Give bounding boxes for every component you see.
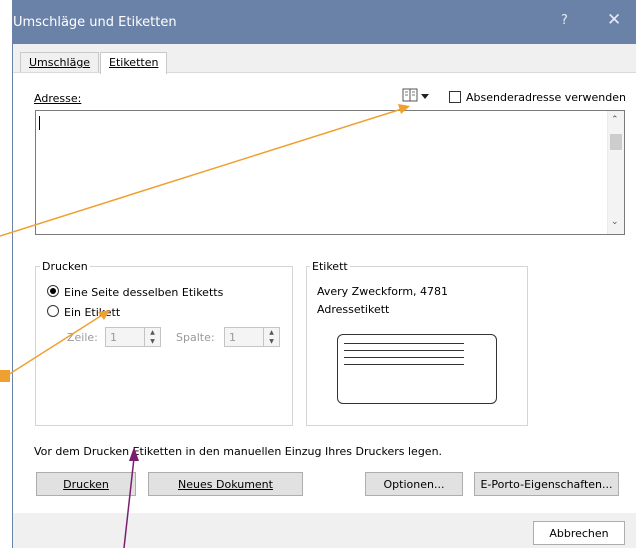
single-label-label: Ein Etikett [64,306,121,319]
return-address-label: Absenderadresse verwenden [466,91,627,104]
scroll-thumb[interactable] [610,134,622,150]
address-label: Adresse: [34,92,82,105]
row-value: 1 [110,331,117,344]
row-down-icon[interactable]: ▼ [145,337,160,346]
print-button-label: Drucken [63,478,109,491]
row-up-icon[interactable]: ▲ [145,328,160,337]
scroll-down-icon[interactable]: ⌄ [611,217,619,227]
label-group-legend: Etikett [310,260,350,273]
help-button[interactable]: ? [561,13,568,28]
address-scrollbar[interactable]: ⌃ ⌄ [607,111,624,234]
label-vendor: Avery Zweckform, 4781 [317,285,449,298]
cancel-button[interactable]: Abbrechen [533,521,625,545]
tab-labels[interactable]: Etiketten [100,52,168,74]
options-label: Optionen... [383,478,445,491]
window-title: Umschläge und Etiketten [13,15,177,30]
address-book-icon[interactable] [402,88,432,104]
return-address-checkbox[interactable] [449,91,461,103]
instruction-text: Vor dem Drucken Etiketten in den manuell… [34,445,443,458]
close-button[interactable]: ✕ [607,10,621,30]
col-spinner[interactable]: 1 ▲ ▼ [224,327,280,347]
preview-line [344,357,464,358]
row-spinner[interactable]: 1 ▲ ▼ [105,327,161,347]
full-page-radio[interactable] [47,285,59,297]
scroll-up-icon[interactable]: ⌃ [611,115,619,125]
tab-envelopes[interactable]: Umschläge [20,52,100,73]
col-label: Spalte: [176,331,215,344]
preview-line [344,364,464,365]
col-up-icon[interactable]: ▲ [264,328,279,337]
full-page-label: Eine Seite desselben Etiketts [64,286,224,299]
preview-line [344,350,464,351]
title-bar: Umschläge und Etiketten ? ✕ [13,0,636,44]
annotation-marker [0,370,10,382]
address-textarea[interactable]: ⌃ ⌄ [35,110,625,235]
e-porto-label: E-Porto-Eigenschaften... [480,478,613,491]
label-type[interactable]: Adressetikett [317,303,389,316]
new-document-label: Neues Dokument [178,478,273,491]
label-preview[interactable] [337,334,497,404]
single-label-radio[interactable] [47,305,59,317]
row-label: Zeile: [67,331,98,344]
tab-envelopes-label: Umschläge [29,56,91,69]
col-down-icon[interactable]: ▼ [264,337,279,346]
cancel-label: Abbrechen [549,527,609,540]
col-value: 1 [229,331,236,344]
print-button[interactable]: Drucken [36,472,136,496]
options-button[interactable]: Optionen... [365,472,463,496]
print-group-legend: Drucken [40,260,90,273]
new-document-button[interactable]: Neues Dokument [148,472,303,496]
tab-labels-label: Etiketten [109,56,159,69]
preview-line [344,343,464,344]
text-cursor [39,116,40,130]
envelopes-labels-dialog: Umschläge und Etiketten ? ✕ Umschläge Et… [12,0,636,548]
e-porto-button[interactable]: E-Porto-Eigenschaften... [474,472,619,496]
